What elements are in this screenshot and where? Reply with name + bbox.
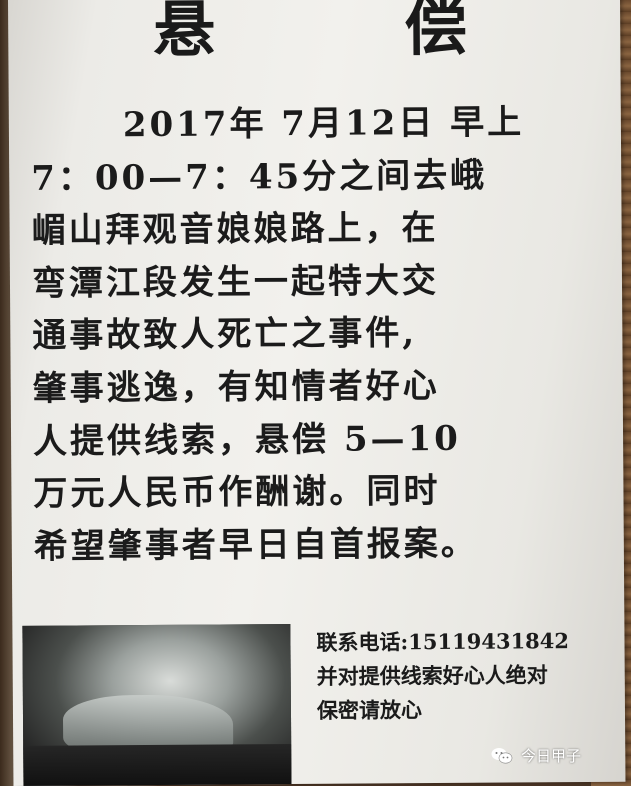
body-line: 嵋山拜观音娘娘路上，在: [31, 208, 439, 252]
accident-photo: [22, 624, 292, 786]
body-line: 弯潭江段发生一起特大交: [31, 260, 440, 304]
photo-ground-shape: [23, 744, 292, 786]
notice-body: 2017年 7月12日 早上 7：00—7：45分之间去峨 嵋山拜观音娘娘路上，…: [31, 96, 624, 573]
contact-info: 联系电话:15119431842 并对提供线索好心人绝对 保密请放心: [316, 624, 627, 728]
contact-line: 并对提供线索好心人绝对: [316, 662, 548, 689]
reward-notice-paper: 悬 偿 2017年 7月12日 早上 7：00—7：45分之间去峨 嵋山拜观音娘…: [8, 0, 627, 786]
contact-phone: 联系电话:15119431842: [316, 628, 570, 655]
body-line: 人提供线索，悬偿 5—10: [32, 418, 462, 462]
body-line: 肇事逃逸，有知情者好心: [32, 365, 440, 409]
body-line: 希望肇事者早日自首报案。: [33, 523, 478, 567]
body-line: 7：00—7：45分之间去峨: [31, 155, 488, 199]
body-line: 万元人民币作酬谢。同时: [33, 471, 441, 514]
contact-line: 保密请放心: [316, 697, 423, 723]
body-line: 通事故致人死亡之事件,: [32, 313, 418, 357]
notice-title: 悬 偿: [152, 0, 552, 66]
watermark-text: 今日甲子: [520, 747, 581, 765]
wechat-icon: [491, 747, 513, 765]
watermark: 今日甲子: [491, 745, 581, 766]
body-line: 2017年 7月12日 早上: [122, 102, 525, 146]
